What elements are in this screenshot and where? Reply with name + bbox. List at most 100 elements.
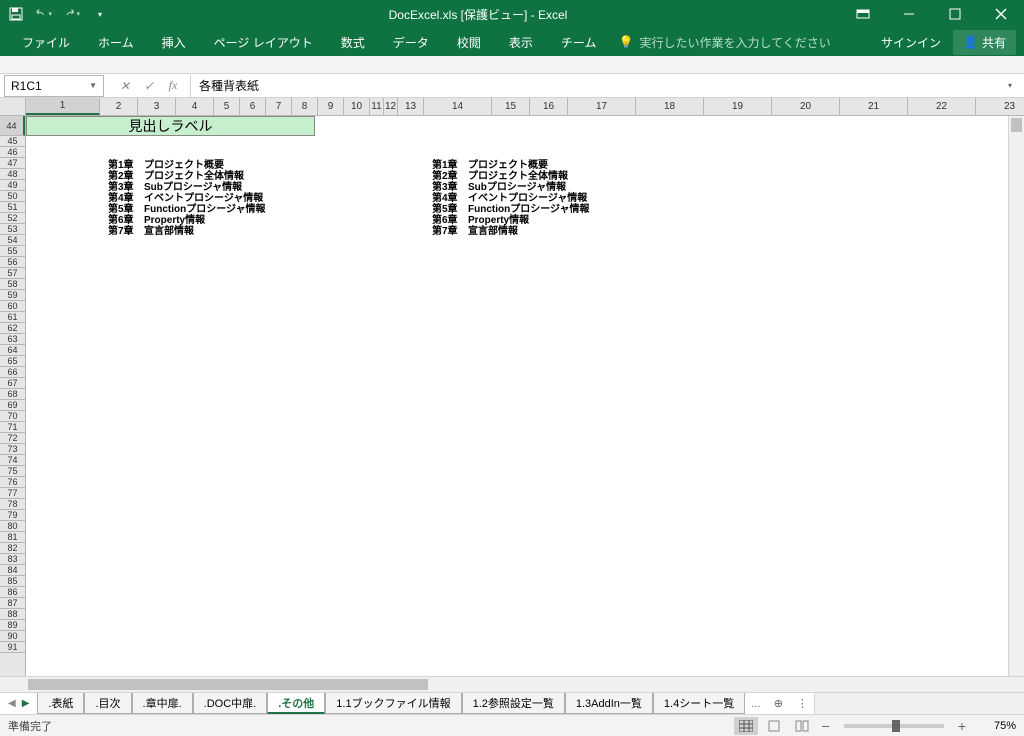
tab-formulas[interactable]: 数式 [327,28,379,57]
zoom-slider-thumb[interactable] [892,720,900,732]
row-header[interactable]: 46 [0,147,25,158]
column-header[interactable]: 6 [240,98,266,115]
column-header[interactable]: 7 [266,98,292,115]
row-header[interactable]: 73 [0,444,25,455]
row-header[interactable]: 82 [0,543,25,554]
tab-insert[interactable]: 挿入 [148,28,200,57]
scrollbar-thumb[interactable] [1011,118,1022,132]
column-header[interactable]: 23 [976,98,1024,115]
sheet-tab[interactable]: .その他 [267,693,325,714]
column-header[interactable]: 3 [138,98,176,115]
column-header[interactable]: 18 [636,98,704,115]
qat-customize-icon[interactable]: ▾ [92,6,108,22]
column-header[interactable]: 8 [292,98,318,115]
row-header[interactable]: 45 [0,136,25,147]
name-box[interactable]: R1C1 ▼ [4,75,104,97]
column-header[interactable]: 11 [370,98,384,115]
signin-link[interactable]: サインイン [881,34,941,51]
row-header[interactable]: 86 [0,587,25,598]
tab-data[interactable]: データ [379,28,443,57]
row-header[interactable]: 56 [0,257,25,268]
row-header[interactable]: 90 [0,631,25,642]
sheet-tab[interactable]: .目次 [84,693,131,714]
fx-icon[interactable]: fx [162,75,184,97]
normal-view-icon[interactable] [734,717,758,735]
row-header[interactable]: 47 [0,158,25,169]
page-layout-view-icon[interactable] [762,717,786,735]
row-header[interactable]: 81 [0,532,25,543]
enter-formula-icon[interactable]: ✓ [138,75,160,97]
zoom-in-button[interactable]: + [954,718,970,734]
undo-icon[interactable]: ▾ [36,6,52,22]
column-header[interactable]: 9 [318,98,344,115]
row-header[interactable]: 55 [0,246,25,257]
row-header[interactable]: 79 [0,510,25,521]
tab-view[interactable]: 表示 [495,28,547,57]
column-header[interactable]: 17 [568,98,636,115]
redo-icon[interactable]: ▾ [64,6,80,22]
row-header[interactable]: 66 [0,367,25,378]
row-header[interactable]: 67 [0,378,25,389]
sheet-tab[interactable]: 1.1ブックファイル情報 [325,693,461,714]
sheet-tab[interactable]: 1.3AddIn一覧 [565,693,653,714]
row-header[interactable]: 49 [0,180,25,191]
row-header[interactable]: 78 [0,499,25,510]
share-button[interactable]: 👤 共有 [953,30,1016,55]
row-header[interactable]: 51 [0,202,25,213]
cancel-formula-icon[interactable]: ✕ [114,75,136,97]
tell-me-search[interactable]: 💡 実行したい作業を入力してください [618,34,830,51]
row-header[interactable]: 88 [0,609,25,620]
close-icon[interactable] [978,0,1024,28]
column-header[interactable]: 2 [100,98,138,115]
column-header[interactable]: 14 [424,98,492,115]
vertical-scrollbar[interactable] [1008,116,1024,676]
row-header[interactable]: 71 [0,422,25,433]
row-header[interactable]: 64 [0,345,25,356]
column-header[interactable]: 10 [344,98,370,115]
scrollbar-thumb[interactable] [28,679,428,690]
row-header[interactable]: 72 [0,433,25,444]
row-header[interactable]: 69 [0,400,25,411]
new-sheet-button[interactable]: ⊕ [766,693,790,714]
maximize-icon[interactable] [932,0,978,28]
heading-label-cell[interactable]: 見出しラベル [26,116,315,136]
row-header[interactable]: 59 [0,290,25,301]
sheet-tab[interactable]: 1.2参照設定一覧 [462,693,565,714]
row-header[interactable]: 76 [0,477,25,488]
column-header[interactable]: 19 [704,98,772,115]
row-header[interactable]: 87 [0,598,25,609]
minimize-icon[interactable] [886,0,932,28]
row-header[interactable]: 57 [0,268,25,279]
save-icon[interactable] [8,6,24,22]
zoom-out-button[interactable]: − [818,718,834,734]
row-header[interactable]: 53 [0,224,25,235]
row-header[interactable]: 83 [0,554,25,565]
chevron-down-icon[interactable]: ▼ [89,81,97,90]
row-header[interactable]: 60 [0,301,25,312]
sheet-tab[interactable]: .表紙 [37,693,84,714]
row-header[interactable]: 62 [0,323,25,334]
tab-options-icon[interactable]: ⋮ [790,693,814,714]
tab-file[interactable]: ファイル [8,28,84,57]
row-header[interactable]: 74 [0,455,25,466]
row-header[interactable]: 48 [0,169,25,180]
row-header[interactable]: 61 [0,312,25,323]
horizontal-scrollbar[interactable] [26,677,1024,692]
row-header[interactable]: 50 [0,191,25,202]
select-all-corner[interactable] [0,98,26,115]
row-header[interactable]: 80 [0,521,25,532]
column-header[interactable]: 20 [772,98,840,115]
column-header[interactable]: 16 [530,98,568,115]
sheet-tab[interactable]: 1.4シート一覧 [653,693,745,714]
tab-home[interactable]: ホーム [84,28,148,57]
column-header[interactable]: 1 [26,98,100,115]
sheet-tab[interactable]: .DOC中扉. [193,693,268,714]
column-header[interactable]: 13 [398,98,424,115]
row-header[interactable]: 65 [0,356,25,367]
formula-input[interactable]: 各種背表紙 ▾ [191,75,1024,97]
column-header[interactable]: 4 [176,98,214,115]
column-header[interactable]: 21 [840,98,908,115]
zoom-slider[interactable] [844,724,944,728]
row-header[interactable]: 70 [0,411,25,422]
sheet-tab[interactable]: .章中扉. [132,693,193,714]
